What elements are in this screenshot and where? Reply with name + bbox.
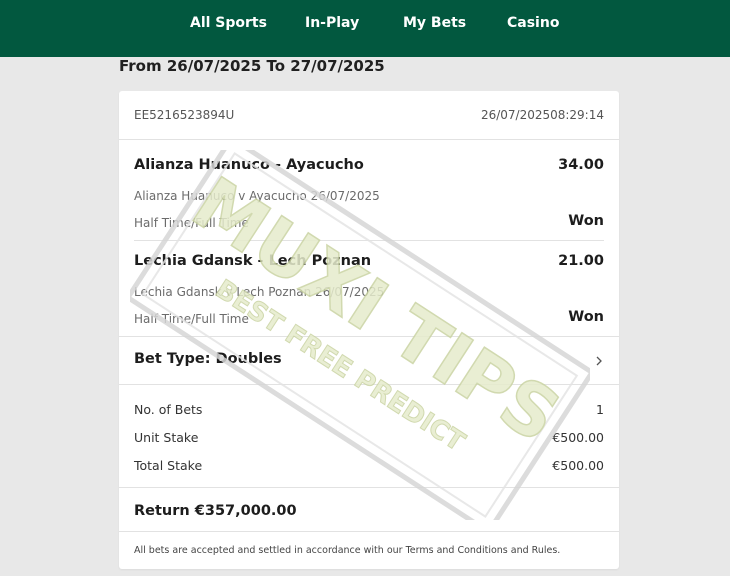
bet-type-row[interactable]: Bet Type: Doubles xyxy=(119,337,619,384)
chevron-right-icon xyxy=(596,356,602,366)
bet-type-label: Bet Type: Doubles xyxy=(134,351,282,367)
selection-event: Alianza Huanuco - Ayacucho xyxy=(134,157,364,173)
nav-my-bets[interactable]: My Bets xyxy=(403,15,466,31)
total-stake-label: Total Stake xyxy=(134,458,203,473)
divider xyxy=(119,139,619,140)
top-navigation-bar: All Sports In-Play My Bets Casino xyxy=(0,0,730,57)
bet-timestamp: 26/07/202508:29:14 xyxy=(480,108,604,122)
divider xyxy=(119,531,619,532)
nav-all-sports[interactable]: All Sports xyxy=(190,15,267,31)
nav-casino[interactable]: Casino xyxy=(507,15,559,31)
unit-stake-label: Unit Stake xyxy=(134,430,199,445)
total-stake-value: €500.00 xyxy=(552,458,604,473)
return-amount: Return €357,000.00 xyxy=(134,503,297,519)
no-of-bets-value: 1 xyxy=(596,402,604,417)
selection-result: Won xyxy=(568,309,604,325)
bet-reference: EE5216523894U xyxy=(134,108,235,122)
terms-footnote: All bets are accepted and settled in acc… xyxy=(134,545,561,556)
date-range-heading: From 26/07/2025 To 27/07/2025 xyxy=(119,57,385,75)
nav-in-play[interactable]: In-Play xyxy=(305,15,359,31)
selection-event: Lechia Gdansk - Lech Poznan xyxy=(134,253,372,269)
divider xyxy=(134,240,604,241)
unit-stake-value: €500.00 xyxy=(552,430,604,445)
selection-odds: 34.00 xyxy=(558,157,604,173)
selection-market: Half Time/Full Time xyxy=(134,312,249,326)
selection-odds: 21.00 xyxy=(558,253,604,269)
selection-market: Half Time/Full Time xyxy=(134,216,249,230)
selection-detail: Lechia Gdansk v Lech Poznan 26/07/2025 xyxy=(134,285,385,299)
no-of-bets-label: No. of Bets xyxy=(134,402,203,417)
divider xyxy=(119,384,619,385)
bet-receipt-card: EE5216523894U 26/07/202508:29:14 Alianza… xyxy=(119,91,619,569)
selection-result: Won xyxy=(568,213,604,229)
divider xyxy=(119,487,619,488)
selection-detail: Alianza Huanuco v Ayacucho 26/07/2025 xyxy=(134,189,380,203)
